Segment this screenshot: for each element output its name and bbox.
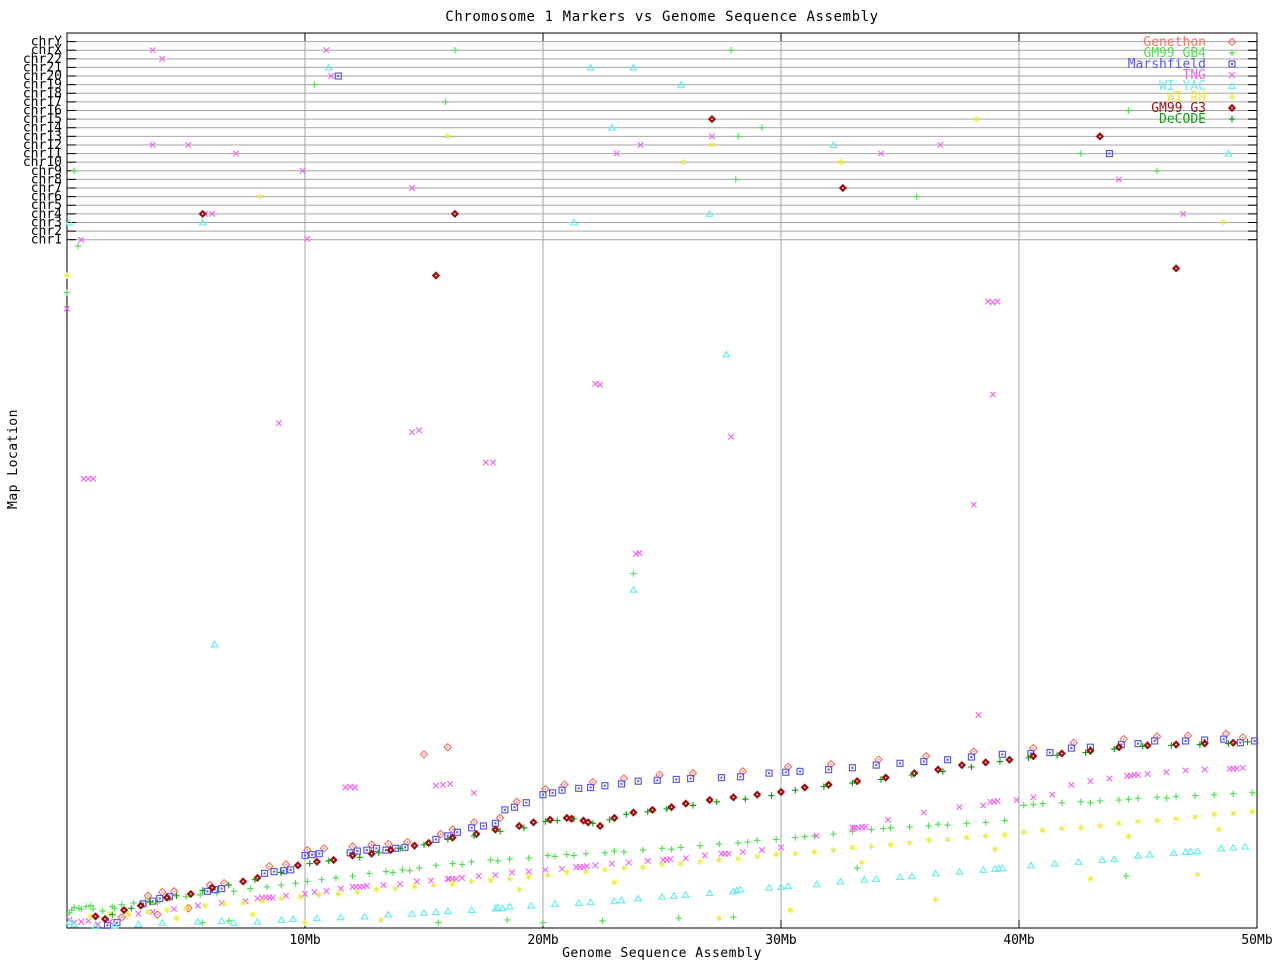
x-tick-label: 30Mb bbox=[765, 933, 796, 948]
series-wi-rh bbox=[64, 115, 1256, 926]
legend-label: DeCODE bbox=[1159, 112, 1206, 127]
plot-frame bbox=[66, 32, 1258, 929]
plot-area: chr1chr2chr3chr4chr5chr6chr7chr8chr9chr1… bbox=[23, 32, 1273, 948]
x-tick-label: 10Mb bbox=[289, 933, 320, 948]
x-tick-label: 20Mb bbox=[527, 933, 558, 948]
series-gm99-g3 bbox=[91, 114, 1238, 924]
x-tick-label: 50Mb bbox=[1241, 933, 1272, 948]
x-tick-label: 40Mb bbox=[1003, 933, 1034, 948]
chromosome-ticks bbox=[67, 41, 1257, 241]
series-genethon bbox=[117, 729, 1248, 922]
chromosome-label: chrY bbox=[31, 35, 62, 50]
x-tick-labels: 10Mb 20Mb 30Mb 40Mb 50Mb bbox=[289, 933, 1272, 948]
legend: GenethonGM99 GB4MarshfieldTNGWI YACWI RH… bbox=[1128, 35, 1237, 127]
series-wi-yac bbox=[65, 63, 1250, 930]
chromosome-lines bbox=[67, 41, 1257, 241]
gridlines bbox=[304, 33, 1020, 928]
chromosome-labels: chr1chr2chr3chr4chr5chr6chr7chr8chr9chr1… bbox=[23, 35, 62, 248]
series-marshfield bbox=[103, 72, 1259, 929]
series-gm99-gb4 bbox=[63, 47, 1256, 926]
